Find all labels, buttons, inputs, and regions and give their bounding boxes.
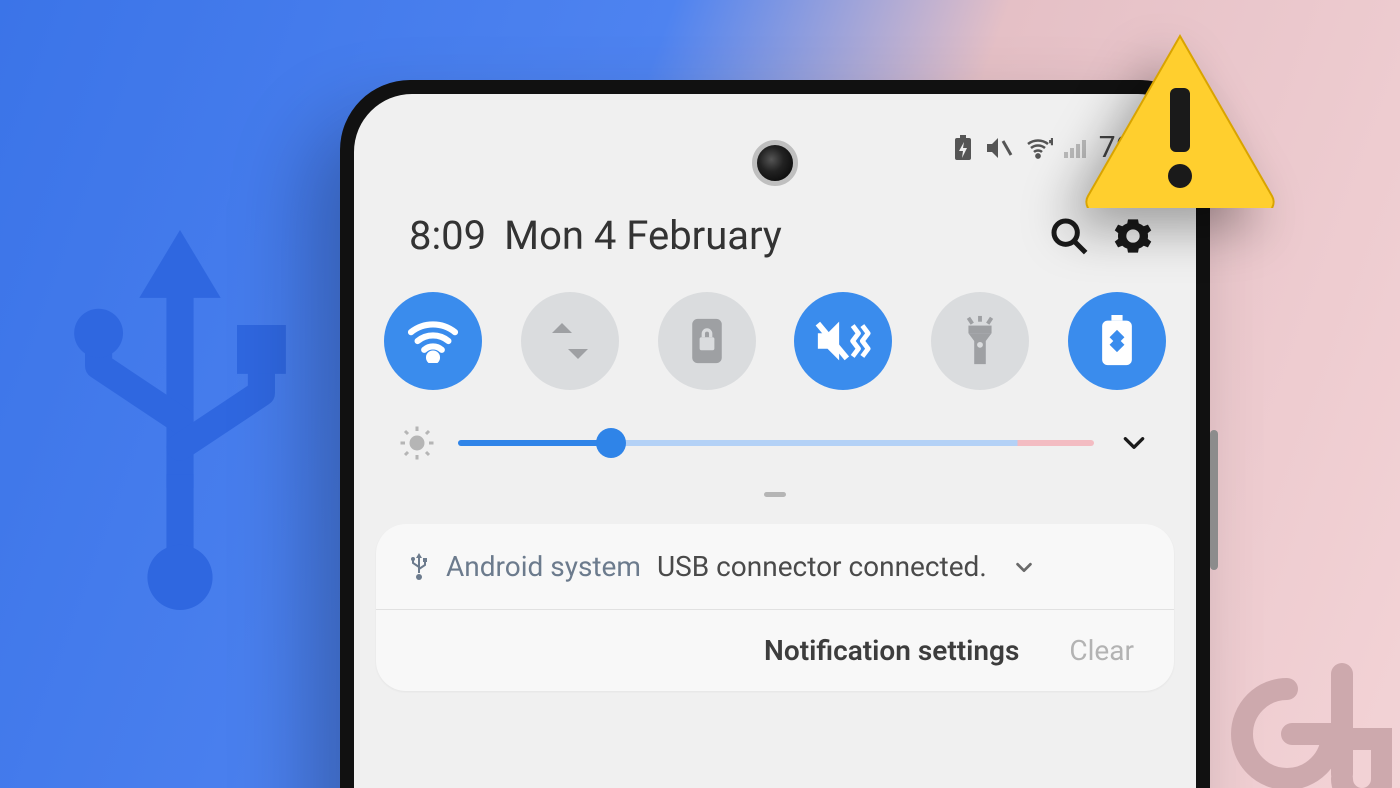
svg-text:+: + (1050, 138, 1053, 148)
notification-title: USB connector connected. (657, 550, 987, 583)
brightness-icon (398, 424, 436, 462)
mute-status-icon (985, 136, 1013, 160)
clock-time: 8:09 (409, 212, 486, 259)
quick-settings-row (384, 292, 1166, 390)
wifi-icon (406, 319, 460, 363)
brightness-row (398, 424, 1152, 462)
notification-app-name: Android system (446, 550, 641, 583)
usb-icon (408, 553, 430, 581)
power-save-icon (1098, 315, 1136, 367)
rotation-lock-icon (687, 317, 727, 365)
notification-settings-button[interactable]: Notification settings (764, 634, 1019, 667)
background: + 79% 8:09 Mon 4 February (0, 0, 1400, 788)
search-icon (1049, 216, 1089, 256)
clock-date: Mon 4 February (504, 212, 782, 259)
notification-header[interactable]: Android system USB connector connected. (376, 524, 1174, 609)
warning-icon (1080, 28, 1280, 208)
phone-camera (752, 140, 798, 186)
panel-header: 8:09 Mon 4 February (409, 212, 1156, 259)
gt-logo-icon (1192, 654, 1392, 788)
brightness-slider[interactable] (458, 428, 1094, 458)
brightness-expand-button[interactable] (1116, 425, 1152, 461)
notification-card: Android system USB connector connected. … (376, 524, 1174, 691)
flashlight-icon (960, 314, 1000, 368)
phone-screen: + 79% 8:09 Mon 4 February (354, 94, 1196, 788)
qs-powersave-toggle[interactable] (1068, 292, 1166, 390)
gear-icon (1113, 216, 1153, 256)
battery-charging-icon (951, 134, 975, 162)
qs-sound-toggle[interactable] (794, 292, 892, 390)
settings-button[interactable] (1110, 213, 1156, 259)
qs-rotation-toggle[interactable] (658, 292, 756, 390)
clear-button[interactable]: Clear (1069, 634, 1134, 667)
vibrate-mute-icon (814, 317, 872, 365)
usb-decoration-icon (40, 230, 320, 610)
phone-side-button (1210, 430, 1218, 570)
notification-actions: Notification settings Clear (376, 610, 1174, 691)
chevron-down-icon (1013, 556, 1035, 578)
wifi-status-icon: + (1023, 136, 1053, 160)
qs-flashlight-toggle[interactable] (931, 292, 1029, 390)
chevron-down-icon (1121, 430, 1147, 456)
panel-drag-handle[interactable] (764, 492, 786, 497)
qs-mobiledata-toggle[interactable] (521, 292, 619, 390)
search-button[interactable] (1046, 213, 1092, 259)
qs-wifi-toggle[interactable] (384, 292, 482, 390)
data-arrows-icon (546, 315, 594, 367)
